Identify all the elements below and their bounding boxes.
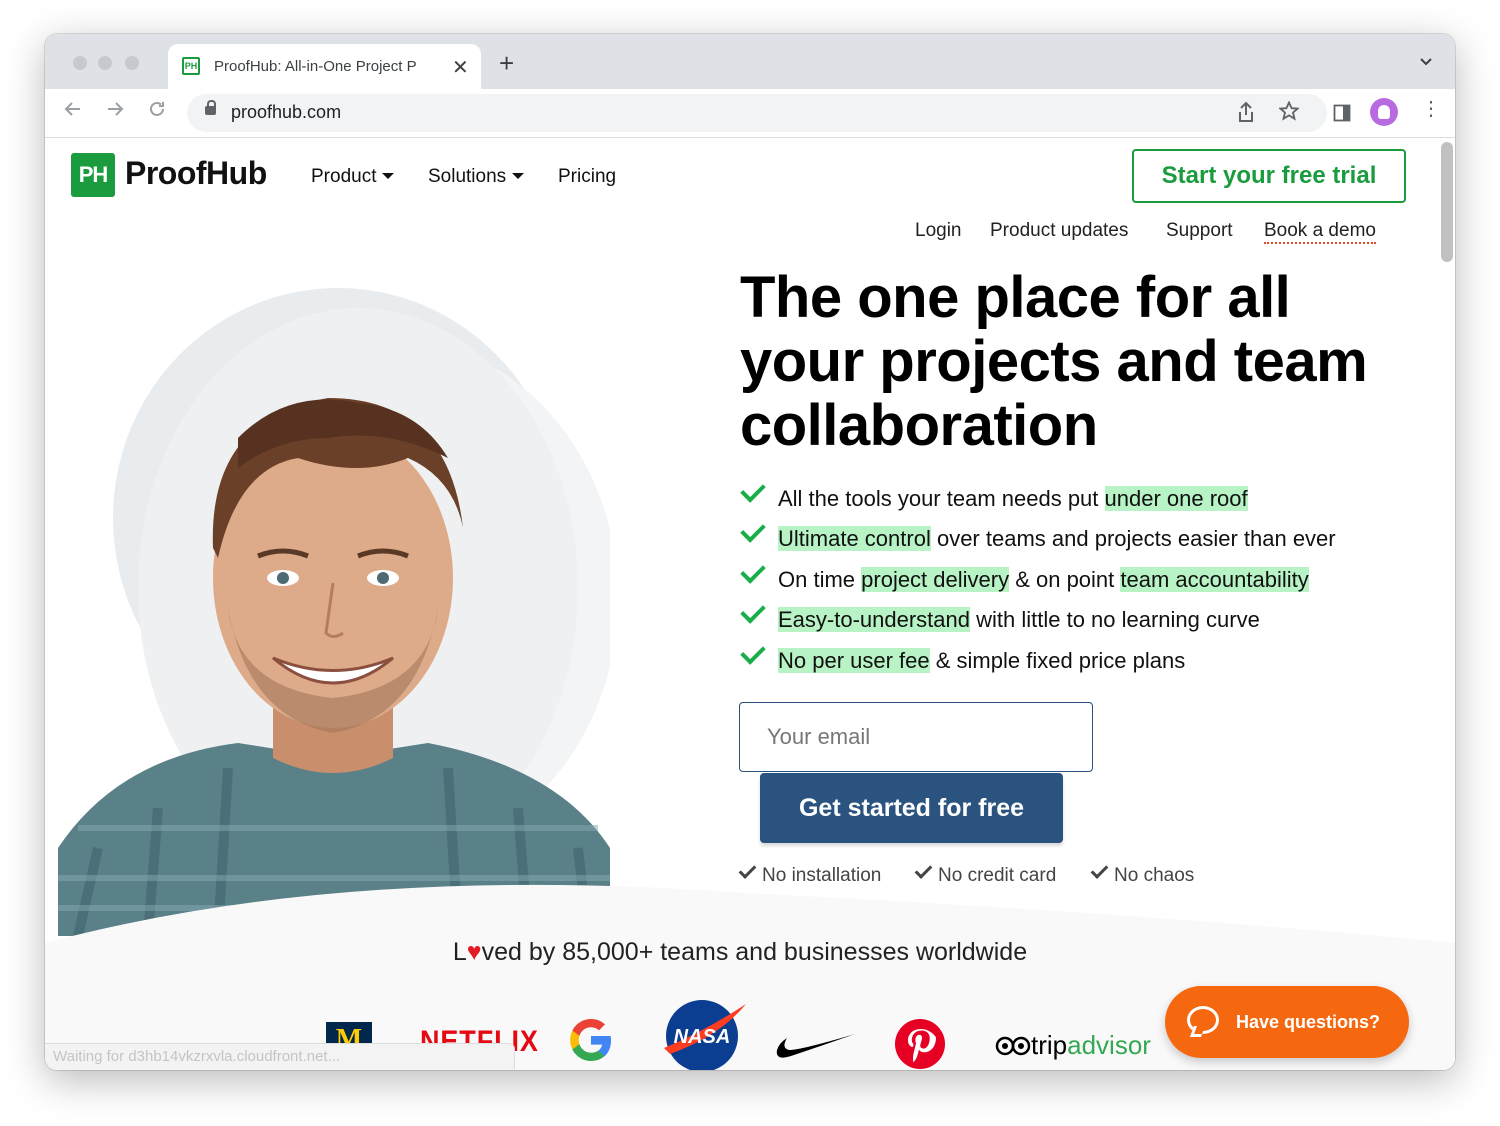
close-window-button[interactable] [73, 56, 87, 70]
profile-avatar[interactable] [1370, 98, 1398, 126]
start-free-trial-button[interactable]: Start your free trial [1132, 149, 1406, 203]
feature-item: Ultimate control over teams and projects… [740, 517, 1336, 552]
have-questions-chat-button[interactable]: Have questions? [1165, 986, 1409, 1058]
book-demo-link[interactable]: Book a demo [1264, 220, 1376, 244]
feature-highlight: under one roof [1104, 486, 1248, 511]
tripadvisor-logo: tripadvisor [995, 1030, 1151, 1061]
tripadvisor-text: trip [1031, 1030, 1068, 1060]
loved-text-end: ved by 85,000+ teams and businesses worl… [481, 938, 1028, 966]
feature-text: & simple fixed price plans [929, 648, 1186, 673]
email-input[interactable]: Your email [739, 702, 1093, 772]
chat-bubble-icon [1187, 1006, 1219, 1034]
feature-text: with little to no learning curve [970, 607, 1260, 632]
proofhub-logo-icon[interactable]: PH [71, 153, 115, 197]
new-tab-icon[interactable]: + [499, 50, 514, 76]
reload-icon[interactable] [147, 99, 167, 123]
feature-text: All the tools your team needs put [778, 486, 1105, 511]
nav-solutions-label: Solutions [428, 166, 507, 187]
browser-window: PH ProofHub: All-in-One Project P ✕ + pr… [45, 34, 1455, 1070]
product-updates-link[interactable]: Product updates [990, 220, 1128, 242]
nike-logo [775, 1028, 857, 1069]
feature-text: over teams and projects easier than ever [930, 526, 1336, 551]
url-text: proofhub.com [231, 102, 342, 122]
caret-down-icon [512, 173, 525, 179]
hero-title: The one place for all your projects and … [740, 265, 1368, 458]
tab-title: ProofHub: All-in-One Project P [214, 58, 417, 75]
feature-highlight: No per user fee [778, 648, 930, 673]
nav-solutions[interactable]: Solutions [428, 166, 525, 188]
proofhub-favicon-icon: PH [182, 57, 200, 75]
feature-item: No per user fee & simple fixed price pla… [740, 639, 1186, 674]
get-started-button[interactable]: Get started for free [760, 773, 1063, 843]
tab-search-chevron-icon[interactable] [1419, 54, 1433, 70]
back-arrow-icon[interactable] [63, 99, 83, 123]
pinterest-logo [894, 1018, 946, 1070]
feature-highlight: project delivery [861, 567, 1010, 592]
page-scrollbar[interactable] [1441, 142, 1453, 262]
proofhub-logo-text[interactable]: ProofHub [125, 155, 267, 192]
owl-eyes-icon [995, 1036, 1031, 1056]
email-placeholder: Your email [767, 724, 871, 749]
feature-highlight: team accountability [1120, 567, 1309, 592]
checkmark-icon [740, 598, 766, 624]
checkmark-icon [1090, 861, 1109, 879]
loved-text-start: L [452, 938, 467, 966]
checkmark-icon [740, 517, 766, 543]
tripadvisor-text-accent: advisor [1067, 1030, 1151, 1060]
hero-person-image [58, 288, 618, 938]
checkmark-icon [738, 861, 757, 879]
nav-pricing[interactable]: Pricing [558, 166, 616, 188]
nasa-logo-text: NASA [674, 1026, 731, 1048]
side-panel-icon[interactable] [1333, 104, 1351, 127]
feature-highlight: Ultimate control [778, 526, 931, 551]
browser-tab[interactable]: PH ProofHub: All-in-One Project P ✕ [168, 44, 481, 89]
login-link[interactable]: Login [915, 220, 962, 242]
forward-arrow-icon[interactable] [105, 99, 125, 123]
address-bar[interactable]: proofhub.com [187, 94, 1327, 132]
close-tab-icon[interactable]: ✕ [452, 55, 469, 80]
browser-toolbar: proofhub.com ⋮ [45, 89, 1455, 138]
feature-item: Easy-to-understand with little to no lea… [740, 598, 1260, 633]
nav-product-label: Product [311, 166, 377, 187]
lock-icon[interactable] [205, 100, 216, 115]
feature-text: On time [778, 567, 862, 592]
feature-item: All the tools your team needs put under … [740, 477, 1248, 512]
feature-highlight: Easy-to-understand [778, 607, 970, 632]
heart-icon: ♥ [466, 938, 482, 966]
checkmark-icon [740, 477, 766, 503]
checkmark-icon [740, 558, 766, 584]
bookmark-star-icon[interactable] [1278, 100, 1300, 127]
checkmark-icon [914, 861, 933, 879]
support-link[interactable]: Support [1166, 220, 1233, 242]
browser-status-bar: Waiting for d3hb14vkzrxvla.cloudfront.ne… [45, 1043, 515, 1070]
nasa-logo: NASA [660, 996, 750, 1070]
checkmark-icon [740, 639, 766, 665]
hero-illustration [58, 288, 618, 938]
caret-down-icon [382, 173, 395, 179]
feature-item: On time project delivery & on point team… [740, 558, 1309, 593]
web-page: PH ProofHub Product Solutions Pricing St… [45, 138, 1455, 1070]
nav-product[interactable]: Product [311, 166, 395, 188]
tab-bar: PH ProofHub: All-in-One Project P ✕ + [45, 34, 1455, 89]
feature-text: & on point [1009, 567, 1121, 592]
share-icon[interactable] [1237, 101, 1255, 129]
chat-label: Have questions? [1236, 1012, 1381, 1032]
browser-menu-icon[interactable]: ⋮ [1421, 99, 1441, 119]
social-proof-heading: L♥ved by 85,000+ teams and businesses wo… [45, 938, 1435, 967]
google-logo [565, 1014, 617, 1070]
maximize-window-button[interactable] [125, 56, 139, 70]
minimize-window-button[interactable] [98, 56, 112, 70]
